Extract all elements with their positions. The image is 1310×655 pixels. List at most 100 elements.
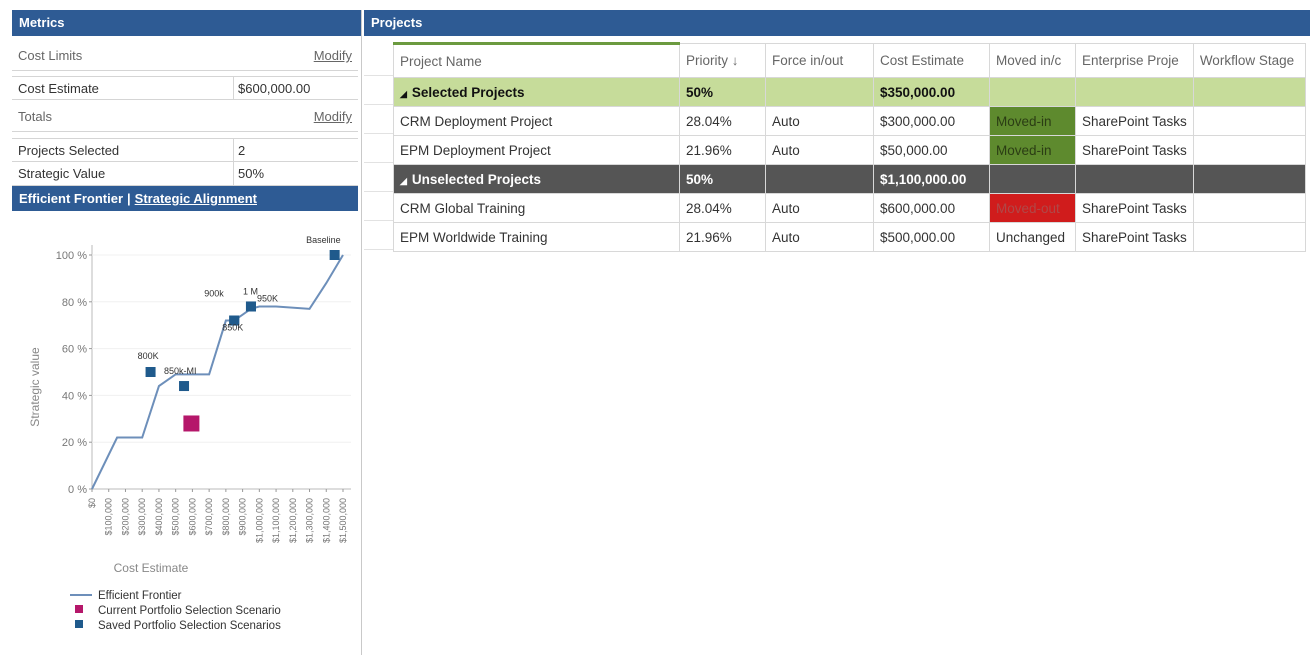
force[interactable]: Auto <box>765 193 874 223</box>
table-row[interactable]: CRM Deployment Project 28.04% Auto $300,… <box>393 106 1306 136</box>
saved-scenario-marker <box>329 250 340 260</box>
moved-status: Moved-in <box>989 135 1076 165</box>
group-enterprise <box>1075 77 1194 107</box>
moved-status: Moved-out <box>989 193 1076 223</box>
row-header-cell <box>364 76 393 105</box>
group-moved <box>989 77 1076 107</box>
saved-scenario-label: 950K <box>257 293 278 303</box>
current-scenario-marker <box>183 415 200 432</box>
project-name[interactable]: CRM Global Training <box>393 193 680 223</box>
row-header-cell <box>364 192 393 221</box>
col-header-priority[interactable]: Priority ↓ <box>679 43 766 78</box>
grid-header-row: Project Name Priority ↓ Force in/out Cos… <box>393 42 1306 78</box>
legend-label: Saved Portfolio Selection Scenarios <box>98 620 281 632</box>
group-force <box>765 164 874 194</box>
y-tick-label: 40 % <box>62 390 87 402</box>
enterprise-project-type: SharePoint Tasks <box>1075 193 1194 223</box>
tab-efficient-frontier[interactable]: Efficient Frontier <box>19 191 123 206</box>
x-tick-label: $900,000 <box>238 498 248 536</box>
col-header-force[interactable]: Force in/out <box>765 43 874 78</box>
project-name[interactable]: EPM Worldwide Training <box>393 222 680 252</box>
priority: 28.04% <box>679 106 766 136</box>
col-header-moved[interactable]: Moved in/c <box>989 43 1076 78</box>
chart-tabs: Efficient Frontier | Strategic Alignment <box>12 186 358 211</box>
row-header-cell <box>364 105 393 134</box>
saved-scenario-label: 850K <box>222 323 243 333</box>
cost-limits-row: Cost Limits Modify <box>12 41 358 71</box>
group-moved <box>989 164 1076 194</box>
col-header-workflow-stage[interactable]: Workflow Stage <box>1192 43 1306 78</box>
legend-current-swatch <box>75 605 83 613</box>
workflow-stage <box>1192 222 1306 252</box>
y-tick-label: 100 % <box>56 250 87 262</box>
col-header-cost-estimate[interactable]: Cost Estimate <box>873 43 990 78</box>
priority: 21.96% <box>679 222 766 252</box>
moved-status: Moved-in <box>989 106 1076 136</box>
projects-pane: Projects Project Name Priority ↓ Force i… <box>364 10 1310 655</box>
row-header-cell <box>364 134 393 163</box>
saved-scenario-label: 900k <box>204 289 224 299</box>
group-name: Selected Projects <box>411 84 525 100</box>
tab-strategic-alignment[interactable]: Strategic Alignment <box>135 191 257 206</box>
x-tick-label: $1,300,000 <box>305 498 315 543</box>
force[interactable]: Auto <box>765 222 874 252</box>
cost: $600,000.00 <box>873 193 990 223</box>
enterprise-project-type: SharePoint Tasks <box>1075 135 1194 165</box>
x-tick-label: $0 <box>87 498 97 508</box>
y-tick-label: 60 % <box>62 344 87 356</box>
col-header-project-name[interactable]: Project Name <box>393 42 680 78</box>
projects-header: Projects <box>364 10 1310 36</box>
moved-status: Unchanged <box>989 222 1076 252</box>
x-tick-label: $1,100,000 <box>271 498 281 543</box>
x-tick-label: $400,000 <box>154 498 164 536</box>
cost-limits-modify-link[interactable]: Modify <box>314 48 358 63</box>
col-header-enterprise[interactable]: Enterprise Proje <box>1075 43 1194 78</box>
workflow-stage <box>1192 135 1306 165</box>
saved-scenario-label: 800K <box>138 351 159 361</box>
y-tick-label: 80 % <box>62 297 87 309</box>
x-tick-label: $300,000 <box>137 498 147 536</box>
project-name[interactable]: EPM Deployment Project <box>393 135 680 165</box>
force[interactable]: Auto <box>765 135 874 165</box>
legend-saved-swatch <box>75 620 83 628</box>
metrics-header: Metrics <box>12 10 361 36</box>
y-tick-label: 0 % <box>68 484 87 496</box>
x-tick-label: $500,000 <box>171 498 181 536</box>
table-row[interactable]: EPM Deployment Project 21.96% Auto $50,0… <box>393 135 1306 165</box>
totals-modify-link[interactable]: Modify <box>314 109 358 124</box>
strategic-value-value: 50% <box>233 162 358 185</box>
metrics-pane: Metrics Cost Limits Modify Cost Estimate… <box>12 10 362 655</box>
priority: 21.96% <box>679 135 766 165</box>
group-name-cell: ◢ Selected Projects <box>393 77 680 107</box>
collapse-icon[interactable]: ◢ <box>400 89 407 99</box>
efficient-frontier-chart: 0 % 20 % 40 % 60 % 80 % 100 % $0 $100,000 $200,0… <box>28 235 351 632</box>
project-name[interactable]: CRM Deployment Project <box>393 106 680 136</box>
group-row-unselected[interactable]: ◢ Unselected Projects 50% $1,100,000.00 <box>393 164 1306 194</box>
group-row-selected[interactable]: ◢ Selected Projects 50% $350,000.00 <box>393 77 1306 107</box>
enterprise-project-type: SharePoint Tasks <box>1075 106 1194 136</box>
group-cost: $350,000.00 <box>873 77 990 107</box>
strategic-value-row: Strategic Value 50% <box>12 162 358 186</box>
totals-row: Totals Modify <box>12 102 358 132</box>
workflow-stage <box>1192 106 1306 136</box>
row-header-cell <box>364 221 393 250</box>
cost-estimate-row: Cost Estimate $600,000.00 <box>12 76 358 100</box>
projects-selected-label: Projects Selected <box>18 142 120 158</box>
group-workflow <box>1192 164 1306 194</box>
group-cost: $1,100,000.00 <box>873 164 990 194</box>
table-row[interactable]: CRM Global Training 28.04% Auto $600,000… <box>393 193 1306 223</box>
group-enterprise <box>1075 164 1194 194</box>
saved-scenario-label: 850k-MI <box>164 366 197 376</box>
saved-scenario-label: 1 M <box>243 286 258 296</box>
cost: $500,000.00 <box>873 222 990 252</box>
x-tick-label: $1,200,000 <box>288 498 298 543</box>
saved-scenario-marker <box>179 381 190 392</box>
cost-estimate-value: $600,000.00 <box>233 77 358 99</box>
table-row[interactable]: EPM Worldwide Training 21.96% Auto $500,… <box>393 222 1306 252</box>
legend-label: Efficient Frontier <box>98 590 182 602</box>
x-tick-label: $100,000 <box>104 498 114 536</box>
collapse-icon[interactable]: ◢ <box>400 176 407 186</box>
totals-label: Totals <box>18 109 52 124</box>
cost-estimate-label: Cost Estimate <box>18 80 99 96</box>
force[interactable]: Auto <box>765 106 874 136</box>
